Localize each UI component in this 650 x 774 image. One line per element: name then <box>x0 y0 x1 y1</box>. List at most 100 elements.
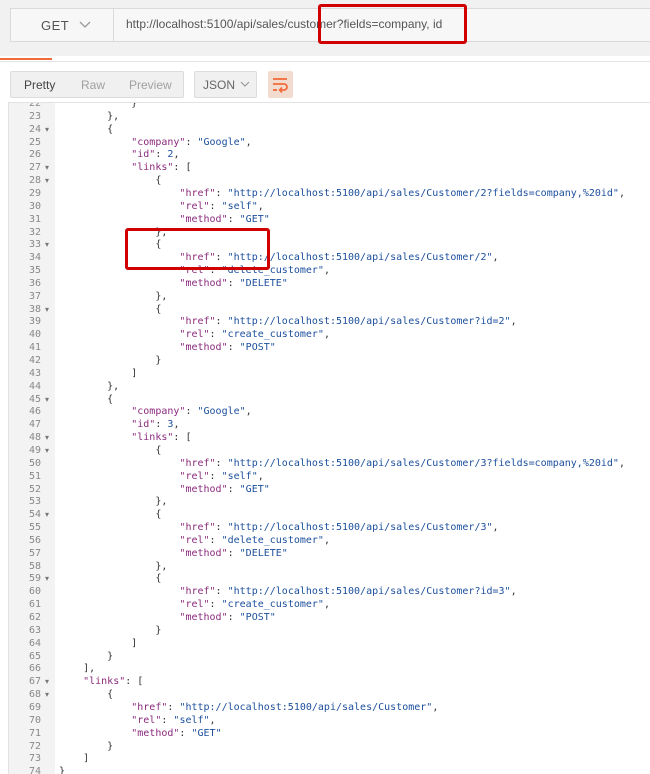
code-line: "rel": "self", <box>179 470 264 482</box>
code-line: { <box>59 444 162 456</box>
format-pretty-button[interactable]: Pretty <box>24 78 55 92</box>
divider <box>0 61 650 62</box>
code-line: { <box>59 689 114 701</box>
fold-toggle-icon[interactable]: ▾ <box>45 444 49 457</box>
line-number: 66 <box>28 663 41 675</box>
line-number: 63 <box>28 624 41 636</box>
wrap-lines-icon <box>273 78 288 93</box>
line-number: 23 <box>28 110 41 122</box>
code-line: }, <box>59 560 168 572</box>
code-line: } <box>59 624 162 636</box>
code-line: }, <box>59 110 120 122</box>
code-line: { <box>59 303 162 315</box>
line-number: 30 <box>28 200 41 212</box>
code-line: { <box>59 573 162 585</box>
code-line: } <box>59 650 114 662</box>
line-number: 28 <box>28 175 41 187</box>
line-number: 73 <box>28 753 41 765</box>
line-number: 48 <box>28 432 41 444</box>
code-line: "links": [ <box>131 432 192 444</box>
request-bar: GET http://localhost:5100/api/sales/cust… <box>0 0 650 56</box>
line-number: 45 <box>28 393 41 405</box>
code-line: "id": 3, <box>131 419 180 431</box>
line-number: 59 <box>28 573 41 585</box>
active-tab-indicator <box>0 58 52 60</box>
line-number: 64 <box>28 637 41 649</box>
code-line: { <box>59 175 162 187</box>
code-line: "method": "DELETE" <box>179 277 288 289</box>
code-line: "method": "DELETE" <box>179 547 288 559</box>
code-line: "href": "http://localhost:5100/api/sales… <box>179 316 517 328</box>
fold-toggle-icon[interactable]: ▾ <box>45 675 49 688</box>
line-number: 41 <box>28 342 41 354</box>
language-dropdown[interactable]: JSON <box>194 71 257 98</box>
code-line: "rel": "self", <box>131 714 216 726</box>
code-line: "id": 2, <box>131 149 180 161</box>
wrap-lines-button[interactable] <box>268 71 293 98</box>
code-line: { <box>59 123 114 135</box>
fold-toggle-icon[interactable]: ▾ <box>45 572 49 585</box>
line-number: 61 <box>28 599 41 611</box>
code-line: ], <box>59 663 96 675</box>
code-line: } <box>59 740 114 752</box>
format-button-group: Pretty Raw Preview <box>10 71 184 98</box>
fold-toggle-icon[interactable]: ▾ <box>45 393 49 406</box>
line-number: 38 <box>28 303 41 315</box>
fold-toggle-icon[interactable]: ▾ <box>45 431 49 444</box>
code-line: "href": "http://localhost:5100/api/sales… <box>179 586 517 598</box>
line-number: 53 <box>28 496 41 508</box>
line-number: 58 <box>28 560 41 572</box>
line-number: 24 <box>28 123 41 135</box>
code-line: ] <box>59 753 90 765</box>
format-preview-button[interactable]: Preview <box>129 78 172 92</box>
code-line: "rel": "self", <box>179 200 264 212</box>
line-number: 42 <box>28 355 41 366</box>
code-line: "href": "http://localhost:5100/api/sales… <box>179 522 499 534</box>
fold-toggle-icon[interactable]: ▾ <box>45 123 49 136</box>
line-number: 22 <box>28 102 41 109</box>
line-number: 25 <box>28 136 41 148</box>
fold-toggle-icon[interactable]: ▾ <box>45 508 49 521</box>
code-line: } <box>59 355 162 366</box>
line-number: 51 <box>28 470 41 482</box>
method-dropdown[interactable]: GET <box>10 8 114 42</box>
code-line: "method": "POST" <box>179 612 276 623</box>
line-number: 26 <box>28 149 41 161</box>
code-line: ] <box>59 637 138 649</box>
code-line: }, <box>59 380 120 392</box>
language-label: JSON <box>203 78 236 92</box>
line-number: 39 <box>28 316 41 328</box>
line-number: 60 <box>28 586 41 598</box>
code-line: "company": "Google", <box>131 136 252 148</box>
line-number: 72 <box>28 740 41 752</box>
line-number: 36 <box>28 277 41 289</box>
code-line: }, <box>59 496 168 508</box>
line-number: 37 <box>28 290 41 302</box>
line-number: 35 <box>28 265 41 277</box>
fold-toggle-icon[interactable]: ▾ <box>45 303 49 316</box>
code-line: "links": [ <box>131 162 192 174</box>
code-line: "href": "http://localhost:5100/api/sales… <box>179 457 625 469</box>
code-line: "company": "Google", <box>131 406 252 418</box>
code-line: "method": "GET" <box>179 483 270 495</box>
fold-toggle-icon[interactable]: ▾ <box>45 174 49 187</box>
fold-toggle-icon[interactable]: ▾ <box>45 688 49 701</box>
code-line: ] <box>59 367 138 379</box>
format-raw-button[interactable]: Raw <box>81 78 105 92</box>
line-number: 44 <box>28 380 41 392</box>
code-line: "rel": "create_customer", <box>179 329 330 341</box>
line-number: 55 <box>28 522 41 534</box>
line-number: 56 <box>28 534 41 546</box>
fold-toggle-icon[interactable]: ▾ <box>45 161 49 174</box>
fold-toggle-icon[interactable]: ▾ <box>45 238 49 251</box>
code-line: "method": "GET" <box>131 727 222 739</box>
code-line: "method": "GET" <box>179 213 270 225</box>
line-number: 34 <box>28 252 41 264</box>
line-number: 47 <box>28 419 41 431</box>
chevron-down-icon <box>240 81 250 87</box>
response-body[interactable]: 22 23 24 ▾ 25 26 27 ▾ 28 ▾ 29 30 31 32 33 ▾ 34 35 36 37 38 ▾ 3… <box>8 102 650 774</box>
code-line: "links": [ <box>83 676 144 688</box>
line-number-gutter: 22 23 24 ▾ 25 26 27 ▾ 28 ▾ 29 30 31 32 33 ▾ 34 35 36 37 38 ▾ 3… <box>9 103 55 774</box>
line-number: 33 <box>28 239 41 251</box>
code-line: "href": "http://localhost:5100/api/sales… <box>131 701 439 713</box>
